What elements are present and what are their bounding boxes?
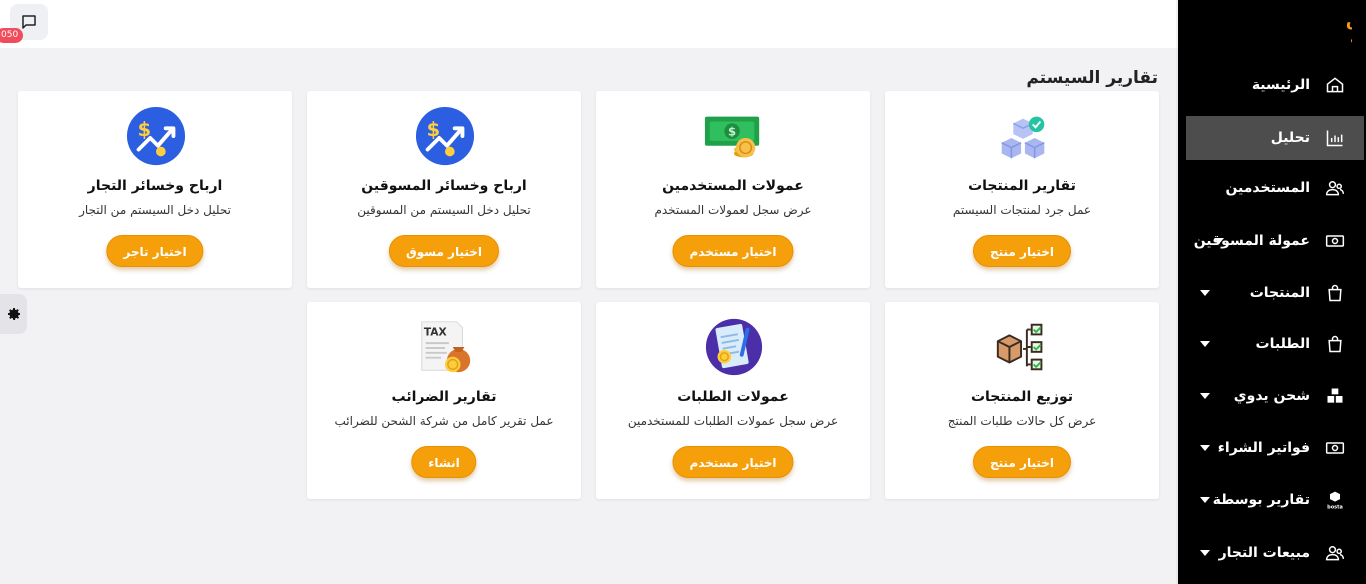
sidebar-item-label: تحليل: [1270, 130, 1310, 146]
sidebar-item-label: فواتير الشراء: [1217, 440, 1310, 456]
chevron-down-icon: [1200, 290, 1210, 296]
sidebar-item-label: شحن يدوي: [1233, 388, 1310, 404]
sidebar-item-label: تقارير بوسطة: [1212, 492, 1310, 508]
card-title: عمولات المستخدمين: [662, 178, 804, 194]
svg-text:TAX: TAX: [424, 325, 447, 338]
card-description: تحليل دخل السيستم من التجار: [79, 203, 231, 217]
card-title: توزيع المنتجات: [970, 389, 1074, 405]
sidebar-item-purchase-invoices[interactable]: فواتير الشراء: [1186, 426, 1364, 470]
select-user-button[interactable]: اختيار مستخدم: [672, 235, 794, 267]
chevron-down-icon: [1214, 238, 1224, 244]
select-merchant-button[interactable]: اختيار تاجر: [106, 235, 204, 267]
card-marketer-profit-loss: $ ارباح وخسائر المسوقين تحليل دخل السيست…: [307, 91, 581, 288]
money-icon: [1324, 437, 1346, 459]
sidebar-item-label: الطلبات: [1255, 336, 1310, 352]
svg-text:الجمعة: الجمعة: [1350, 28, 1352, 46]
tax-icon: TAX: [414, 316, 476, 378]
home-icon: [1324, 74, 1346, 96]
sidebar-item-label: المنتجات: [1249, 285, 1310, 301]
select-user-button[interactable]: اختيار مستخدم: [672, 446, 794, 478]
chart-icon: [1324, 127, 1346, 149]
settings-tab[interactable]: [0, 294, 27, 334]
chevron-down-icon: [1200, 341, 1210, 347]
sidebar-item-users[interactable]: المستخدمين: [1186, 166, 1364, 210]
sidebar-item-products[interactable]: المنتجات: [1186, 271, 1364, 315]
svg-text:bosta: bosta: [1327, 504, 1343, 510]
card-description: عمل جرد لمنتجات السيستم: [952, 203, 1092, 217]
bag-icon: [1324, 333, 1346, 355]
sidebar-item-marketer-commission[interactable]: عمولة المسوقين: [1186, 219, 1364, 263]
sidebar-item-label: الرئيسية: [1251, 77, 1310, 93]
chevron-down-icon: [1200, 445, 1210, 451]
card-product-distribution: توزيع المنتجات عرض كل حالات طلبات المنتج…: [885, 302, 1159, 499]
card-title: تقارير المنتجات: [968, 178, 1076, 194]
create-button[interactable]: انشاء: [411, 446, 477, 478]
sidebar-item-orders[interactable]: الطلبات: [1186, 322, 1364, 366]
card-description: عرض سجل لعمولات المستخدم: [654, 203, 812, 217]
sidebar-item-home[interactable]: الرئيسية: [1186, 63, 1364, 107]
users-icon: [1324, 542, 1346, 564]
chevron-down-icon: [1200, 393, 1210, 399]
sidebar: سوق الجمعة الرئيسية تحليل المستخدمين عمو…: [1178, 0, 1366, 584]
invoice-icon: [703, 316, 765, 378]
select-product-button[interactable]: اختيار منتج: [972, 446, 1072, 478]
card-description: عرض كل حالات طلبات المنتج: [947, 414, 1097, 428]
svg-text:$: $: [728, 125, 736, 139]
select-product-button[interactable]: اختيار منتج: [972, 235, 1072, 267]
users-icon: [1324, 177, 1346, 199]
card-title: عمولات الطلبات: [677, 389, 789, 405]
top-bar: 050: [0, 0, 1176, 48]
card-description: عمل تقرير كامل من شركة الشحن للضرائب: [334, 414, 554, 428]
card-title: تقارير الضرائب: [391, 389, 497, 405]
card-description: تحليل دخل السيستم من المسوقين: [357, 203, 531, 217]
card-merchant-profit-loss: $ ارباح وخسائر التجار تحليل دخل السيستم …: [18, 91, 292, 288]
bag-icon: [1324, 282, 1346, 304]
select-marketer-button[interactable]: اختيار مسوق: [388, 235, 500, 267]
bosta-icon: bosta: [1324, 489, 1346, 511]
card-user-commissions: $ عمولات المستخدمين عرض سجل لعمولات المس…: [596, 91, 870, 288]
money-icon: [1324, 230, 1346, 252]
logo: سوق الجمعة: [1276, 10, 1352, 46]
profit-icon: $: [125, 105, 187, 167]
chevron-down-icon: [1200, 497, 1210, 503]
notification-badge: 050: [0, 28, 24, 43]
card-order-commissions: عمولات الطلبات عرض سجل عمولات الطلبات لل…: [596, 302, 870, 499]
sidebar-item-label: المستخدمين: [1225, 180, 1310, 196]
card-title: ارباح وخسائر المسوقين: [361, 178, 527, 194]
gear-icon: [7, 308, 20, 320]
sidebar-item-manual-shipping[interactable]: شحن يدوي: [1186, 374, 1364, 418]
boxes-icon: [1324, 385, 1346, 407]
chat-icon: [22, 15, 36, 29]
page-title: تقارير السيستم: [1026, 68, 1158, 88]
sidebar-item-label: عمولة المسوقين: [1193, 233, 1310, 249]
sidebar-item-label: مبيعات التجار: [1218, 545, 1310, 561]
chevron-down-icon: [1200, 550, 1210, 556]
card-title: ارباح وخسائر التجار: [87, 178, 223, 194]
cubes-icon: [992, 105, 1054, 167]
cash-icon: $: [703, 105, 765, 167]
card-tax-reports: TAX تقارير الضرائب عمل تقرير كامل من شرك…: [307, 302, 581, 499]
profit-icon: $: [414, 105, 476, 167]
sidebar-item-analytics[interactable]: تحليل: [1186, 116, 1364, 160]
box-checklist-icon: [992, 316, 1054, 378]
card-product-reports: تقارير المنتجات عمل جرد لمنتجات السيستم …: [885, 91, 1159, 288]
sidebar-item-bosta-reports[interactable]: bosta تقارير بوسطة: [1186, 478, 1364, 522]
sidebar-item-merchant-sales[interactable]: مبيعات التجار: [1186, 531, 1364, 575]
card-description: عرض سجل عمولات الطلبات للمستخدمين: [627, 414, 839, 428]
